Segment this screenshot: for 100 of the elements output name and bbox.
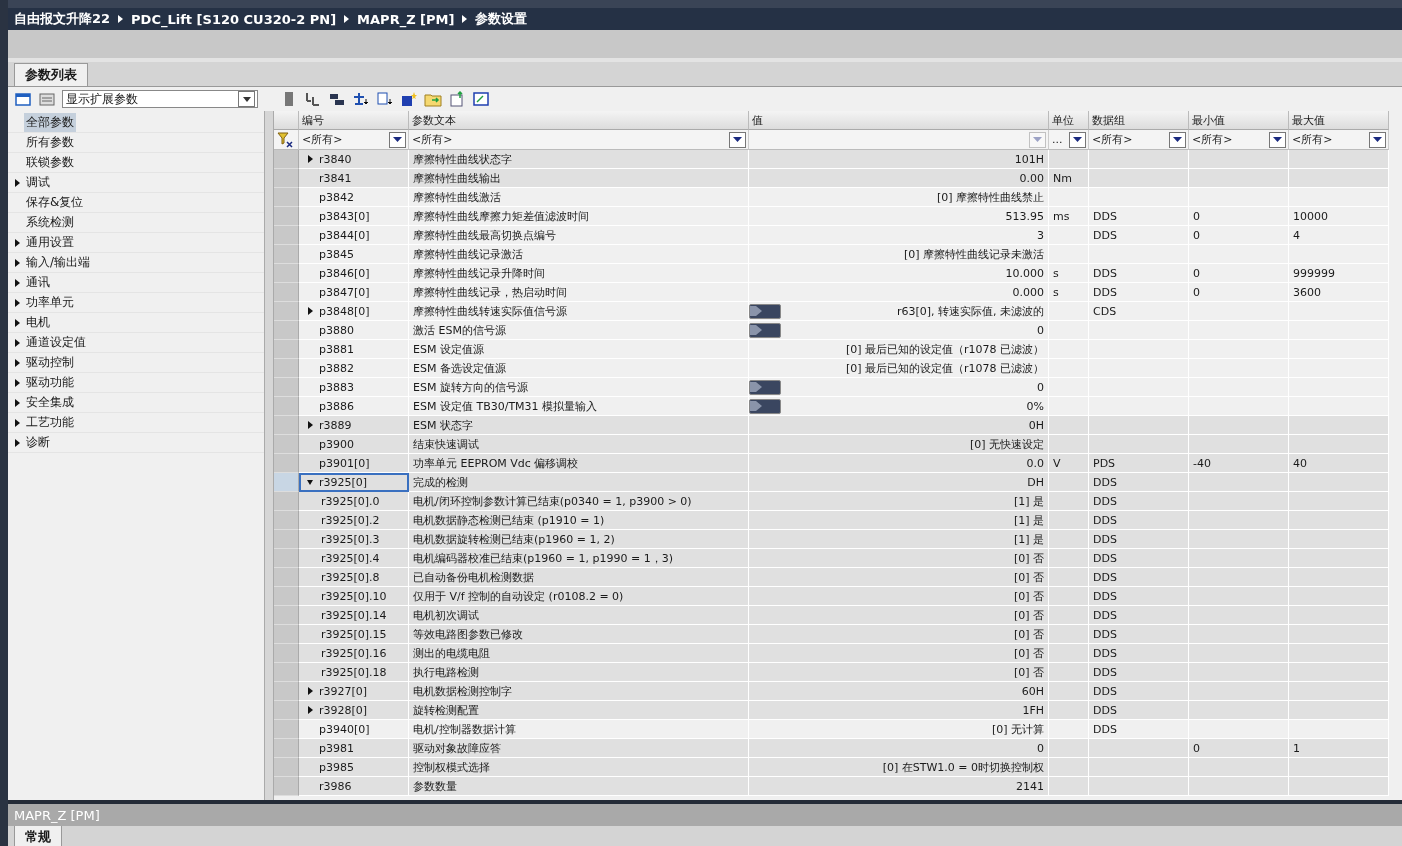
sidebar-item-label[interactable]: 安全集成 (24, 393, 76, 412)
expand-caret-icon[interactable] (14, 398, 20, 407)
tab[interactable]: 常规 (14, 826, 62, 846)
sidebar-item[interactable]: 功率单元 (8, 293, 264, 313)
row-header[interactable] (274, 454, 299, 473)
expand-caret-icon[interactable] (307, 687, 313, 695)
row-header[interactable] (274, 378, 299, 397)
filter-dropdown[interactable] (389, 131, 406, 148)
sidebar-item[interactable]: 联锁参数 (8, 153, 264, 173)
folder-tree-icon[interactable] (14, 91, 32, 107)
filter-dropdown[interactable] (1169, 131, 1186, 148)
sidebar-item-label[interactable]: 功率单元 (24, 293, 76, 312)
row-header[interactable] (274, 758, 299, 777)
view-select[interactable]: 显示扩展参数 (62, 90, 258, 108)
expand-caret-icon[interactable] (14, 418, 20, 427)
sidebar-item-label[interactable]: 系统检测 (24, 213, 76, 232)
sidebar-item-label[interactable]: 通道设定值 (24, 333, 88, 352)
row-header[interactable] (274, 587, 299, 606)
column-header[interactable]: 最小值 (1189, 111, 1289, 130)
sidebar-item-label[interactable]: 驱动功能 (24, 373, 76, 392)
sidebar-item-label[interactable]: 输入/输出端 (24, 253, 93, 272)
column-header[interactable]: 参数文本 (409, 111, 749, 130)
row-header[interactable] (274, 302, 299, 321)
sidebar-item-label[interactable]: 联锁参数 (24, 153, 76, 172)
breadcrumb-item[interactable]: 自由报文升降22 (14, 10, 111, 28)
sidebar-item-label[interactable]: 通用设置 (24, 233, 76, 252)
sidebar-item[interactable]: 调试 (8, 173, 264, 193)
compare-download-icon[interactable] (376, 91, 394, 107)
row-header[interactable] (274, 777, 299, 796)
sidebar-item[interactable]: 电机 (8, 313, 264, 333)
row-header[interactable] (274, 720, 299, 739)
column-header[interactable]: 最大值 (1289, 111, 1389, 130)
expand-caret-icon[interactable] (14, 298, 20, 307)
column-header[interactable]: 数据组 (1089, 111, 1189, 130)
row-header[interactable] (274, 568, 299, 587)
row-header[interactable] (274, 359, 299, 378)
row-header[interactable] (274, 397, 299, 416)
filter-dropdown[interactable] (729, 131, 746, 148)
filter-cell[interactable] (274, 130, 299, 150)
expand-caret-icon[interactable] (307, 421, 313, 429)
row-header[interactable] (274, 245, 299, 264)
filter-dropdown[interactable] (1369, 131, 1386, 148)
sidebar-item-label[interactable]: 电机 (24, 313, 52, 332)
expand-caret-icon[interactable] (14, 278, 20, 287)
expand-caret-icon[interactable] (14, 358, 20, 367)
clear-filter-icon[interactable] (277, 131, 293, 148)
expand-caret-icon[interactable] (307, 706, 313, 714)
expand-caret-icon[interactable] (14, 258, 20, 267)
row-header[interactable] (274, 473, 299, 492)
sidebar-item[interactable]: 保存&复位 (8, 193, 264, 213)
filter-dropdown[interactable] (1069, 131, 1086, 148)
row-header[interactable] (274, 283, 299, 302)
signal-connection-button[interactable] (749, 379, 781, 395)
sidebar-item-label[interactable]: 工艺功能 (24, 413, 76, 432)
sidebar-item-label[interactable]: 所有参数 (24, 133, 76, 152)
expand-caret-icon[interactable] (14, 378, 20, 387)
filter-dropdown[interactable] (1269, 131, 1286, 148)
row-header[interactable] (274, 416, 299, 435)
document-upload-icon[interactable] (448, 91, 466, 107)
folder-arrow-icon[interactable] (424, 91, 442, 107)
column-header[interactable]: 单位 (1049, 111, 1089, 130)
expand-caret-icon[interactable] (307, 307, 313, 315)
row-header[interactable] (274, 207, 299, 226)
sidebar-item-label[interactable]: 保存&复位 (24, 193, 86, 212)
row-header[interactable] (274, 340, 299, 359)
row-header[interactable] (274, 511, 299, 530)
sidebar-item[interactable]: 安全集成 (8, 393, 264, 413)
row-header[interactable] (274, 549, 299, 568)
row-header[interactable] (274, 682, 299, 701)
row-header[interactable] (274, 701, 299, 720)
row-header[interactable] (274, 169, 299, 188)
column-header[interactable]: 值 (749, 111, 1049, 130)
sidebar-item[interactable]: 通讯 (8, 273, 264, 293)
breadcrumb-item[interactable]: MAPR_Z [PM] (357, 11, 455, 27)
row-header[interactable] (274, 606, 299, 625)
sidebar-item[interactable]: 驱动控制 (8, 353, 264, 373)
sidebar-item-label[interactable]: 诊断 (24, 433, 52, 452)
sidebar-item[interactable]: 诊断 (8, 433, 264, 453)
collapse-caret-icon[interactable] (307, 478, 313, 486)
balance-download-icon[interactable] (352, 91, 370, 107)
row-header[interactable] (274, 226, 299, 245)
list-view-icon[interactable] (38, 91, 56, 107)
row-header[interactable] (274, 663, 299, 682)
row-header[interactable] (274, 739, 299, 758)
row-header[interactable] (274, 188, 299, 207)
signal-connection-button[interactable] (749, 398, 781, 414)
tab[interactable]: 参数列表 (14, 63, 88, 86)
sidebar-item[interactable]: 通用设置 (8, 233, 264, 253)
row-header[interactable] (274, 321, 299, 340)
expand-caret-icon[interactable] (307, 155, 313, 163)
sidebar-item[interactable]: 通道设定值 (8, 333, 264, 353)
sidebar-item[interactable]: 所有参数 (8, 133, 264, 153)
stacked-blocks-icon[interactable] (328, 91, 346, 107)
sidebar-item-label[interactable]: 通讯 (24, 273, 52, 292)
sidebar-item-label[interactable]: 全部参数 (24, 113, 76, 132)
row-header[interactable] (274, 644, 299, 663)
sidebar-item[interactable]: 驱动功能 (8, 373, 264, 393)
row-header[interactable] (274, 264, 299, 283)
signal-connection-button[interactable] (749, 303, 781, 319)
row-header[interactable] (274, 492, 299, 511)
